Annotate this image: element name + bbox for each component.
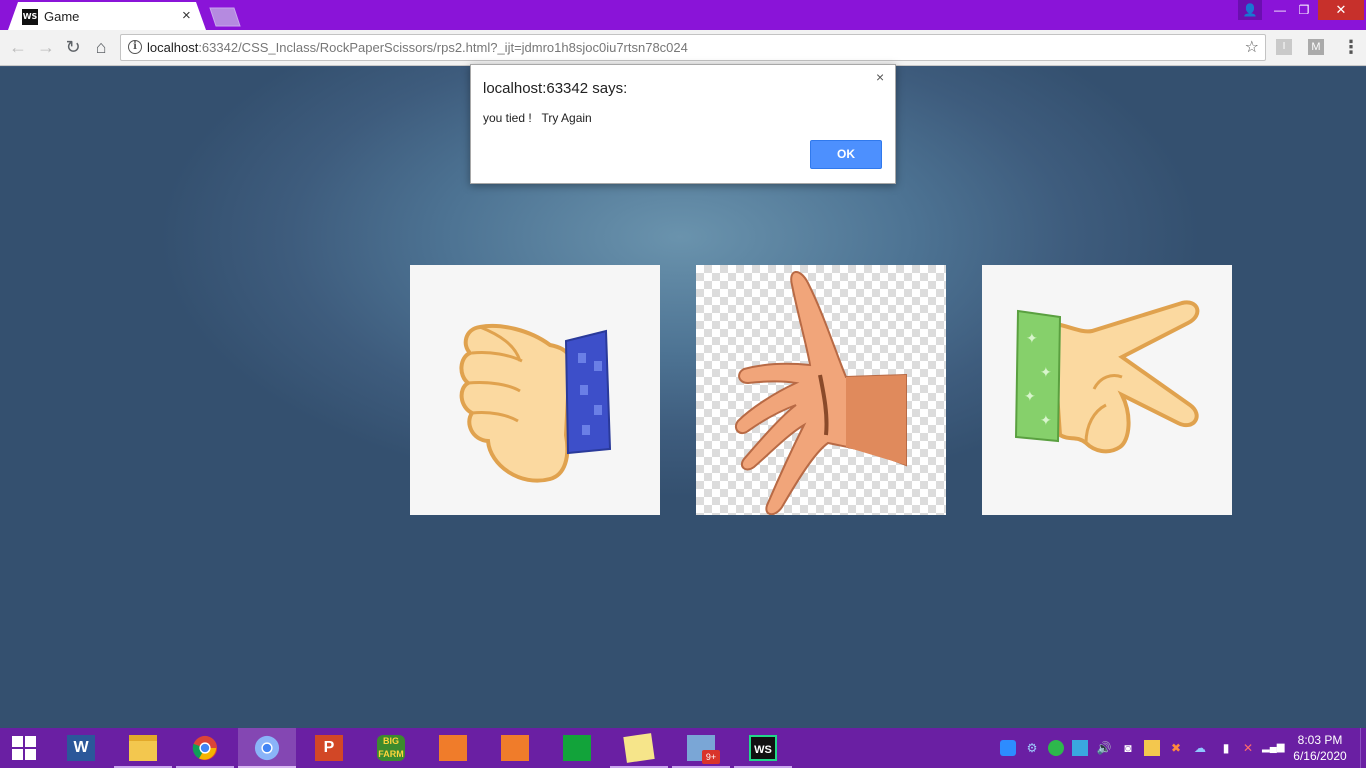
app-tray-icon[interactable] (1072, 740, 1088, 756)
scissors-choice[interactable]: ✦ ✦ ✦ ✦ (982, 265, 1232, 515)
camera-tray-icon[interactable]: ◙ (1120, 740, 1136, 756)
url-host: localhost (147, 40, 199, 55)
taskbar-big-farm[interactable]: BIG FARM (362, 728, 420, 768)
extension-i-icon[interactable]: I (1276, 39, 1292, 55)
volume-icon[interactable]: 🔊 (1096, 740, 1112, 756)
windows-logo-icon (12, 736, 23, 747)
profile-icon[interactable]: 👤 (1238, 0, 1262, 20)
home-button[interactable]: ⌂ (90, 36, 112, 58)
show-desktop-button[interactable] (1360, 728, 1366, 768)
extension-m-icon[interactable]: M (1308, 39, 1324, 55)
sync-tray-icon[interactable] (1048, 740, 1064, 756)
store-icon (563, 735, 591, 761)
clock-date: 6/16/2020 (1293, 749, 1347, 763)
tab-game[interactable]: WS Game × (8, 2, 206, 30)
paper-choice[interactable] (696, 265, 946, 515)
webstorm-favicon-icon: WS (22, 9, 38, 25)
address-bar[interactable]: i localhost:63342/CSS_Inclass/RockPaperS… (120, 34, 1266, 61)
windows-logo-pane (25, 736, 36, 747)
dialog-title: localhost:63342 says: (483, 80, 628, 97)
windows-logo-pane (12, 749, 23, 760)
paper-hand-image (734, 271, 907, 515)
taskbar-store[interactable] (548, 728, 606, 768)
dialog-close-icon[interactable]: × (876, 69, 884, 85)
svg-text:✦: ✦ (1040, 365, 1052, 381)
tab-title: Game (44, 9, 80, 24)
powerpoint-icon: P (315, 735, 343, 761)
svg-text:✦: ✦ (1040, 413, 1052, 429)
scissors-hand-image: ✦ ✦ ✦ ✦ (1014, 300, 1200, 454)
browser-titlebar: WS Game × 👤 — ❐ ✕ (0, 0, 1366, 30)
browser-menu-icon[interactable]: ⋮ (1342, 36, 1360, 58)
new-tab-button[interactable] (206, 6, 244, 28)
taskbar-powerpoint[interactable]: P (300, 728, 358, 768)
site-info-icon[interactable]: i (128, 40, 142, 54)
taskbar-chrome-profile[interactable] (238, 728, 296, 768)
camera-icon (501, 735, 529, 761)
system-clock[interactable]: 8:03 PM 6/16/2020 (1288, 732, 1352, 764)
windows-taskbar: W P BIG FARM 9+ WS ⚙ 🔊 ◙ ✖ ☁ ▮ ✕ ▂▄▆ 8:0… (0, 728, 1366, 768)
bookmark-star-icon[interactable]: ☆ (1245, 37, 1259, 57)
clock-time: 8:03 PM (1297, 733, 1343, 747)
back-button[interactable]: ← (7, 36, 29, 58)
taskbar-camera-app[interactable] (486, 728, 544, 768)
windows-logo-pane (25, 749, 36, 760)
taskbar-task-manager[interactable]: 9+ (672, 728, 730, 768)
network-share-tray-icon[interactable]: ⚙ (1024, 740, 1040, 756)
taskbar-file-explorer[interactable] (114, 728, 172, 768)
battery-icon[interactable]: ▮ (1220, 740, 1232, 756)
zoom-tray-icon[interactable] (1000, 740, 1016, 756)
taskbar-screen-recorder[interactable] (424, 728, 482, 768)
display-tray-icon[interactable] (1144, 740, 1160, 756)
reload-button[interactable]: ↻ (62, 36, 84, 58)
alert-dialog: localhost:63342 says: × you tied ! Try A… (470, 64, 896, 184)
rock-choice[interactable] (410, 265, 660, 515)
minimize-button[interactable]: — (1268, 0, 1292, 20)
url-text[interactable]: localhost:63342/CSS_Inclass/RockPaperSci… (147, 40, 688, 55)
word-icon: W (67, 735, 95, 761)
screen-recorder-icon (439, 735, 467, 761)
taskbar-word[interactable]: W (52, 728, 110, 768)
network-error-icon[interactable]: ✕ (1240, 740, 1256, 756)
dialog-message: you tied ! Try Again (483, 111, 592, 125)
cloud-tray-icon[interactable]: ☁ (1192, 740, 1208, 756)
url-path: :63342/CSS_Inclass/RockPaperScissors/rps… (198, 40, 688, 55)
sticky-notes-icon (623, 733, 655, 763)
chrome-profile-icon (254, 735, 280, 761)
notification-badge: 9+ (702, 750, 720, 764)
start-button[interactable] (0, 728, 50, 768)
taskbar-webstorm[interactable]: WS (734, 728, 792, 768)
taskbar-chrome[interactable] (176, 728, 234, 768)
close-window-button[interactable]: ✕ (1318, 0, 1364, 20)
alert-tray-icon[interactable]: ✖ (1168, 740, 1184, 756)
restore-button[interactable]: ❐ (1292, 0, 1316, 20)
chrome-icon (192, 735, 218, 761)
tab-close-icon[interactable]: × (182, 8, 191, 24)
folder-icon (129, 735, 157, 761)
svg-text:✦: ✦ (1024, 389, 1036, 405)
ok-button[interactable]: OK (810, 140, 882, 169)
signal-icon[interactable]: ▂▄▆ (1262, 740, 1284, 756)
big-farm-icon: BIG FARM (377, 735, 405, 761)
browser-toolbar: ← → ↻ ⌂ i localhost:63342/CSS_Inclass/Ro… (0, 30, 1366, 66)
webstorm-icon: WS (749, 735, 777, 761)
rock-fist-image (459, 323, 612, 483)
forward-button[interactable]: → (35, 36, 57, 58)
svg-text:✦: ✦ (1026, 331, 1038, 347)
taskbar-sticky-notes[interactable] (610, 728, 668, 768)
